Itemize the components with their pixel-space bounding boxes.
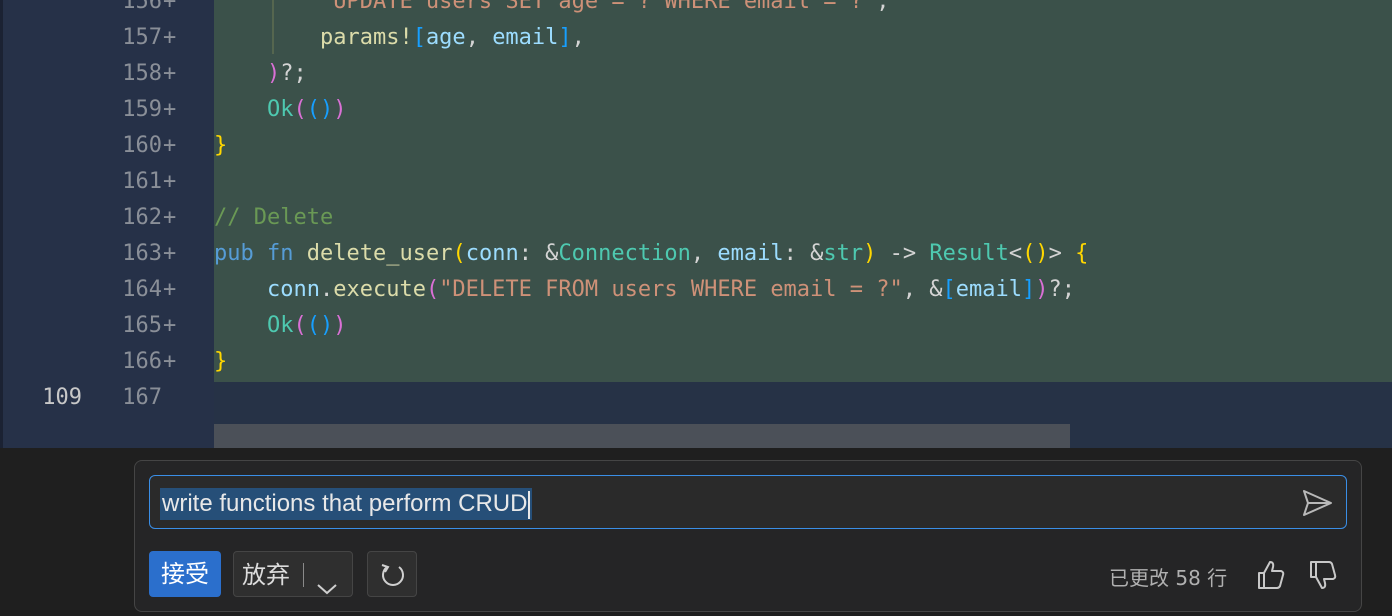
thumbs-down-icon[interactable] [1305, 557, 1341, 593]
added-line-marker: + [163, 133, 177, 158]
discard-label: 放弃 [242, 561, 290, 589]
added-line-marker: + [163, 97, 177, 122]
changed-lines-status: 已更改 58 行 [1109, 566, 1228, 590]
code-text: )?; [266, 61, 307, 86]
code-line[interactable]: 166 +} [0, 344, 1392, 380]
code-text: } [214, 133, 228, 158]
code-editor[interactable]: 156 + "UPDATE users SET age = ? WHERE ema… [0, 0, 1392, 448]
code-text: params![age, email], [319, 25, 585, 50]
code-text: } [214, 349, 228, 374]
added-line-marker: + [163, 205, 177, 230]
added-line-marker: + [163, 241, 177, 266]
text-caret [528, 490, 531, 519]
new-line-number: 165 [122, 313, 162, 338]
new-line-number: 159 [122, 97, 162, 122]
new-line-number: 156 [122, 0, 162, 14]
new-line-number: 157 [122, 25, 162, 50]
chevron-down-icon[interactable] [316, 566, 338, 612]
old-line-number: 109 [42, 385, 82, 410]
new-line-number: 160 [122, 133, 162, 158]
accept-label: 接受 [161, 560, 209, 588]
code-line[interactable]: 158 + )?; [0, 56, 1392, 92]
added-line-marker: + [163, 169, 177, 194]
added-line-marker: + [163, 25, 177, 50]
new-line-number: 158 [122, 61, 162, 86]
code-text: Ok(()) [266, 97, 347, 122]
code-line[interactable]: 165 + Ok(()) [0, 308, 1392, 344]
new-line-number: 163 [122, 241, 162, 266]
code-line[interactable]: 157 + params![age, email], [0, 20, 1392, 56]
regenerate-button[interactable] [367, 551, 417, 597]
discard-button[interactable]: 放弃 [233, 551, 353, 597]
code-text: // Delete [214, 205, 334, 230]
code-line[interactable]: 163 + pub fn delete_user(conn: &Connection… [0, 236, 1392, 272]
new-line-number: 161 [122, 169, 162, 194]
added-line-marker: + [163, 0, 177, 14]
added-line-marker: + [163, 61, 177, 86]
prompt-input-text[interactable]: write functions that perform CRUD [160, 488, 533, 520]
send-icon[interactable] [1300, 488, 1334, 518]
code-text: pub fn delete_user(conn: &Connection, em… [214, 241, 1089, 266]
new-line-number: 166 [122, 349, 162, 374]
code-line[interactable]: 162 + // Delete [0, 200, 1392, 236]
added-line-marker: + [163, 349, 177, 374]
code-line[interactable]: 109 167 [0, 380, 1392, 416]
code-line[interactable]: 161 + [0, 164, 1392, 200]
new-line-number: 164 [122, 277, 162, 302]
split-divider [303, 563, 304, 587]
code-text: "UPDATE users SET age = ? WHERE email = … [319, 0, 890, 14]
code-text: Ok(()) [266, 313, 347, 338]
code-line[interactable]: 156 + "UPDATE users SET age = ? WHERE ema… [0, 0, 1392, 20]
code-line[interactable]: 159 + Ok(()) [0, 92, 1392, 128]
inline-chat-panel: write functions that perform CRUD 接受 放弃 … [134, 460, 1362, 612]
new-line-number: 162 [122, 205, 162, 230]
code-text: conn.execute("DELETE FROM users WHERE em… [266, 277, 1076, 302]
added-line-marker: + [163, 277, 177, 302]
code-line[interactable]: 164 + conn.execute("DELETE FROM users WHE… [0, 272, 1392, 308]
horizontal-scrollbar[interactable] [214, 424, 1070, 448]
prompt-value: write functions that perform CRUD [162, 490, 528, 517]
code-line[interactable]: 160 +} [0, 128, 1392, 164]
prompt-input[interactable]: write functions that perform CRUD [149, 475, 1347, 529]
new-line-number: 167 [122, 385, 162, 410]
thumbs-up-icon[interactable] [1253, 557, 1289, 593]
added-line-marker: + [163, 313, 177, 338]
accept-button[interactable]: 接受 [149, 551, 221, 597]
